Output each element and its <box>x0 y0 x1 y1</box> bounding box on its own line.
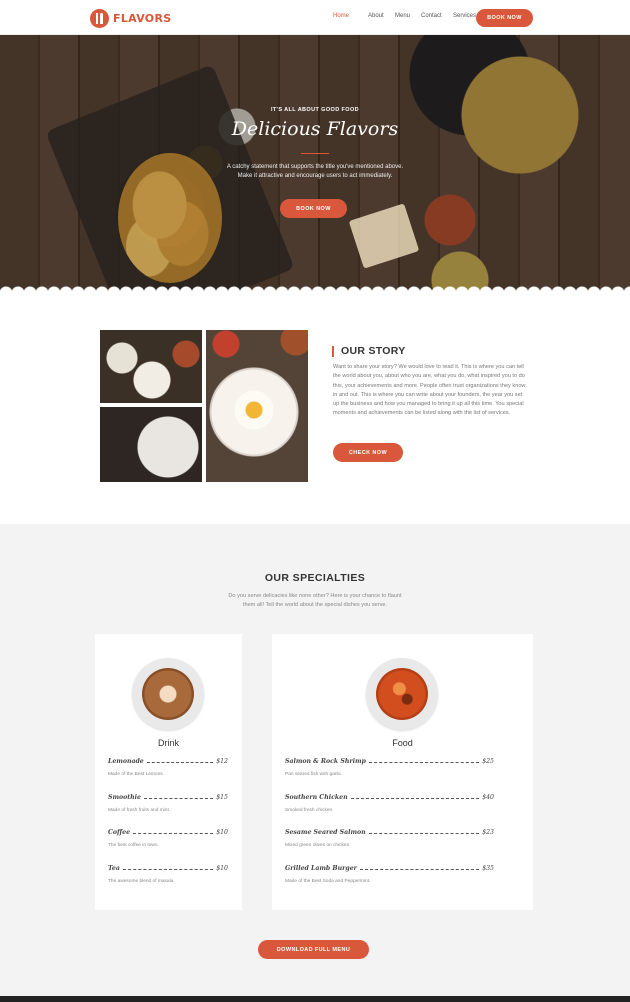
menu-item-name: Sesame Seared Salmon <box>285 829 366 836</box>
hero-subtitle: A catchy statement that supports the tit… <box>0 163 630 181</box>
story-image-dishes <box>100 330 202 403</box>
fork-knife-icon <box>90 8 109 28</box>
dotted-leader <box>368 762 480 763</box>
food-menu-card: Food Salmon & Rock Shrimp $25 Pan seared … <box>272 634 533 910</box>
dotted-leader <box>146 762 214 763</box>
menu-item-description: Pan seared fish with garlic. <box>285 772 343 777</box>
drink-card-title: Drink <box>157 738 179 748</box>
specialties-heading: OUR SPECIALTIES <box>264 572 366 584</box>
menu-item-name: Southern Chicken <box>285 793 348 801</box>
drink-menu-list: Lemonade $12 Made of the Best Lemons. Smo… <box>108 758 228 900</box>
story-heading: OUR STORY <box>332 346 406 357</box>
menu-item-description: Mixed green olives on chicken. <box>285 843 351 848</box>
menu-item-description: The best coffee in town. <box>108 843 159 848</box>
story-body: Want to share your story? We would love … <box>333 364 526 417</box>
drink-menu-card: Drink Lemonade $12 Made of the Best Lemon… <box>95 634 242 910</box>
menu-item-price: $40 <box>482 793 494 801</box>
dotted-leader <box>122 868 214 870</box>
menu-item-price: $12 <box>216 758 228 765</box>
menu-item: Coffee $10 The best coffee in town. <box>108 829 228 865</box>
menu-item-description: Made of the Best Lemons. <box>108 772 164 777</box>
hero-subtitle-line-2: Make it attractive and encourage users t… <box>237 173 393 179</box>
dotted-leader <box>133 833 214 834</box>
menu-item-price: $15 <box>216 793 228 801</box>
menu-item-price: $10 <box>216 864 228 872</box>
nav-links: Home About Menu Contact Services <box>333 13 483 19</box>
page: FLAVORS Home About Menu Contact Services… <box>0 0 630 1002</box>
nav-link-home[interactable]: Home <box>333 13 368 19</box>
menu-item-price: $23 <box>482 829 494 836</box>
specialties-subtitle-line-2: them all! Tell the world about the speci… <box>242 602 388 608</box>
menu-item-description: Smoked fresh chicken. <box>285 807 334 813</box>
book-now-hero-button[interactable]: BOOK NOW <box>280 199 347 218</box>
menu-item: Grilled Lamb Burger $35 Made of the Best … <box>285 865 494 901</box>
hero-subtitle-line-1: A catchy statement that supports the tit… <box>226 164 404 170</box>
menu-item: Tea $10 The awesome blend of masala. <box>108 865 228 901</box>
dotted-leader <box>359 868 480 870</box>
menu-item: Sesame Seared Salmon $23 Mixed green oliv… <box>285 829 494 865</box>
menu-item-description: Made of fresh fruits and mint. <box>108 807 171 813</box>
hero-divider <box>301 153 329 154</box>
brand-logo[interactable]: FLAVORS <box>90 8 171 28</box>
menu-item-description: The awesome blend of masala. <box>108 878 175 884</box>
menu-item: Salmon & Rock Shrimp $25 Pan seared fish … <box>285 758 494 794</box>
book-now-nav-button[interactable]: BOOK NOW <box>476 9 533 27</box>
menu-item-price: $25 <box>482 758 494 765</box>
menu-item-name: Tea <box>108 864 120 872</box>
dotted-leader <box>368 833 480 834</box>
story-image-soup <box>100 407 202 482</box>
top-navbar: FLAVORS Home About Menu Contact Services… <box>0 0 630 35</box>
menu-item-name: Grilled Lamb Burger <box>285 864 357 872</box>
menu-item-name: Smoothie <box>108 793 141 801</box>
nav-link-contact[interactable]: Contact <box>421 13 453 19</box>
menu-item-name: Coffee <box>108 829 131 836</box>
nav-link-about[interactable]: About <box>368 13 395 19</box>
nav-link-menu[interactable]: Menu <box>395 13 421 19</box>
menu-item-price: $10 <box>216 829 228 836</box>
dotted-leader <box>143 797 214 799</box>
menu-item-description: Made of the Best Soda and Peppermint. <box>285 878 371 884</box>
food-card-title: Food <box>392 738 413 748</box>
food-menu-list: Salmon & Rock Shrimp $25 Pan seared fish … <box>285 758 494 900</box>
download-full-menu-button[interactable]: DOWNLOAD FULL MENU <box>258 940 369 959</box>
hero-content: IT'S ALL ABOUT GOOD FOOD Delicious Flavo… <box>0 35 630 291</box>
coffee-cup-image <box>132 658 204 730</box>
menu-item: Smoothie $15 Made of fresh fruits and min… <box>108 794 228 830</box>
hero-kicker: IT'S ALL ABOUT GOOD FOOD <box>270 107 359 113</box>
menu-item: Southern Chicken $40 Smoked fresh chicken… <box>285 794 494 830</box>
dotted-leader <box>350 797 480 799</box>
hero-title: Delicious Flavors <box>231 118 399 140</box>
specialties-subtitle: Do you serve delicacies like none other?… <box>0 592 630 610</box>
footer-edge <box>0 996 630 1002</box>
menu-item: Lemonade $12 Made of the Best Lemons. <box>108 758 228 794</box>
soup-bowl-image <box>366 658 438 730</box>
menu-item-name: Lemonade <box>108 758 144 765</box>
brand-name: FLAVORS <box>113 11 172 25</box>
torn-edge-divider <box>0 283 630 291</box>
specialties-subtitle-line-1: Do you serve delicacies like none other?… <box>228 593 402 599</box>
hero-banner: IT'S ALL ABOUT GOOD FOOD Delicious Flavo… <box>0 35 630 291</box>
menu-item-price: $35 <box>482 864 494 872</box>
menu-item-name: Salmon & Rock Shrimp <box>285 758 366 765</box>
our-story-section: OUR STORY Want to share your story? We w… <box>0 291 630 524</box>
check-now-button[interactable]: CHECK NOW <box>333 443 403 462</box>
story-image-egg-plate <box>206 330 308 482</box>
